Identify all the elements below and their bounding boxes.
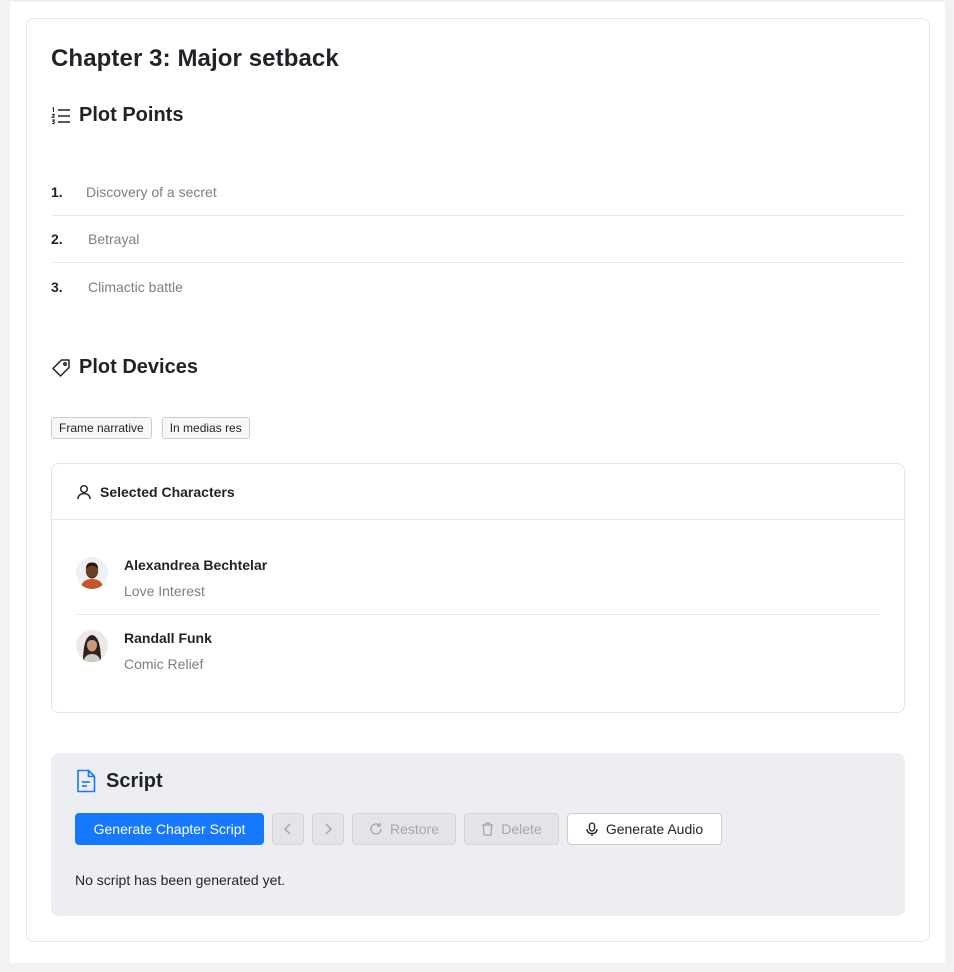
character-row[interactable]: Alexandrea Bechtelar Love Interest — [76, 556, 880, 615]
plot-point-item: 1. Discovery of a secret — [51, 169, 905, 216]
character-role: Comic Relief — [124, 656, 204, 672]
user-icon — [76, 484, 92, 500]
plot-device-tag: In medias res — [161, 417, 250, 439]
plot-point-text: Discovery of a secret — [86, 184, 217, 200]
character-name: Randall Funk — [124, 630, 212, 646]
chapter-title: Chapter 3: Major setback — [51, 45, 339, 72]
delete-button[interactable]: Delete — [464, 813, 559, 845]
plot-point-item: 3. Climactic battle — [51, 263, 905, 310]
next-button[interactable] — [312, 813, 344, 845]
plot-point-item: 2. Betrayal — [51, 216, 905, 263]
generate-audio-button[interactable]: Generate Audio — [567, 813, 722, 845]
chevron-left-icon — [283, 823, 291, 835]
selected-characters-panel: Selected Characters Alexandrea Bechtelar… — [51, 463, 905, 713]
ordered-list-icon — [51, 106, 71, 126]
restore-button[interactable]: Restore — [352, 813, 456, 845]
script-heading: Script — [75, 769, 163, 793]
plot-devices-tags: Frame narrative In medias res — [51, 417, 250, 439]
character-role: Love Interest — [124, 583, 205, 599]
selected-characters-header: Selected Characters — [52, 464, 904, 520]
page-container: Chapter 3: Major setback Plot Points 1. … — [10, 2, 945, 963]
plot-point-number: 3. — [51, 278, 63, 295]
script-label: Script — [106, 769, 163, 792]
plot-point-text: Betrayal — [88, 231, 140, 247]
chevron-right-icon — [325, 823, 333, 835]
tag-icon — [51, 358, 71, 378]
trash-icon — [482, 822, 494, 836]
plot-points-list: 1. Discovery of a secret 2. Betrayal 3. … — [51, 169, 905, 310]
script-panel: Script Generate Chapter Script Restore D… — [51, 753, 905, 916]
document-icon — [75, 769, 97, 793]
plot-devices-heading: Plot Devices — [51, 356, 198, 379]
selected-characters-label: Selected Characters — [100, 483, 235, 500]
restore-label: Restore — [389, 821, 440, 837]
plot-point-number: 2. — [51, 231, 63, 247]
delete-label: Delete — [501, 821, 542, 837]
previous-button[interactable] — [272, 813, 304, 845]
microphone-icon — [586, 821, 598, 836]
plot-point-number: 1. — [51, 184, 63, 200]
plot-devices-label: Plot Devices — [79, 356, 198, 378]
empty-script-message: No script has been generated yet. — [75, 872, 286, 888]
chapter-card: Chapter 3: Major setback Plot Points 1. … — [26, 18, 930, 942]
generate-audio-label: Generate Audio — [605, 821, 704, 837]
generate-chapter-script-button[interactable]: Generate Chapter Script — [75, 813, 264, 845]
avatar-woman-icon — [76, 630, 108, 662]
plot-device-tag: Frame narrative — [51, 417, 152, 439]
avatar-man-icon — [76, 557, 108, 589]
plot-points-label: Plot Points — [79, 104, 184, 126]
character-row[interactable]: Randall Funk Comic Relief — [76, 629, 880, 688]
script-toolbar: Generate Chapter Script Restore Delete G… — [75, 813, 722, 845]
character-name: Alexandrea Bechtelar — [124, 557, 268, 573]
plot-point-text: Climactic battle — [88, 278, 183, 295]
reload-icon — [370, 823, 382, 835]
plot-points-heading: Plot Points — [51, 104, 183, 127]
